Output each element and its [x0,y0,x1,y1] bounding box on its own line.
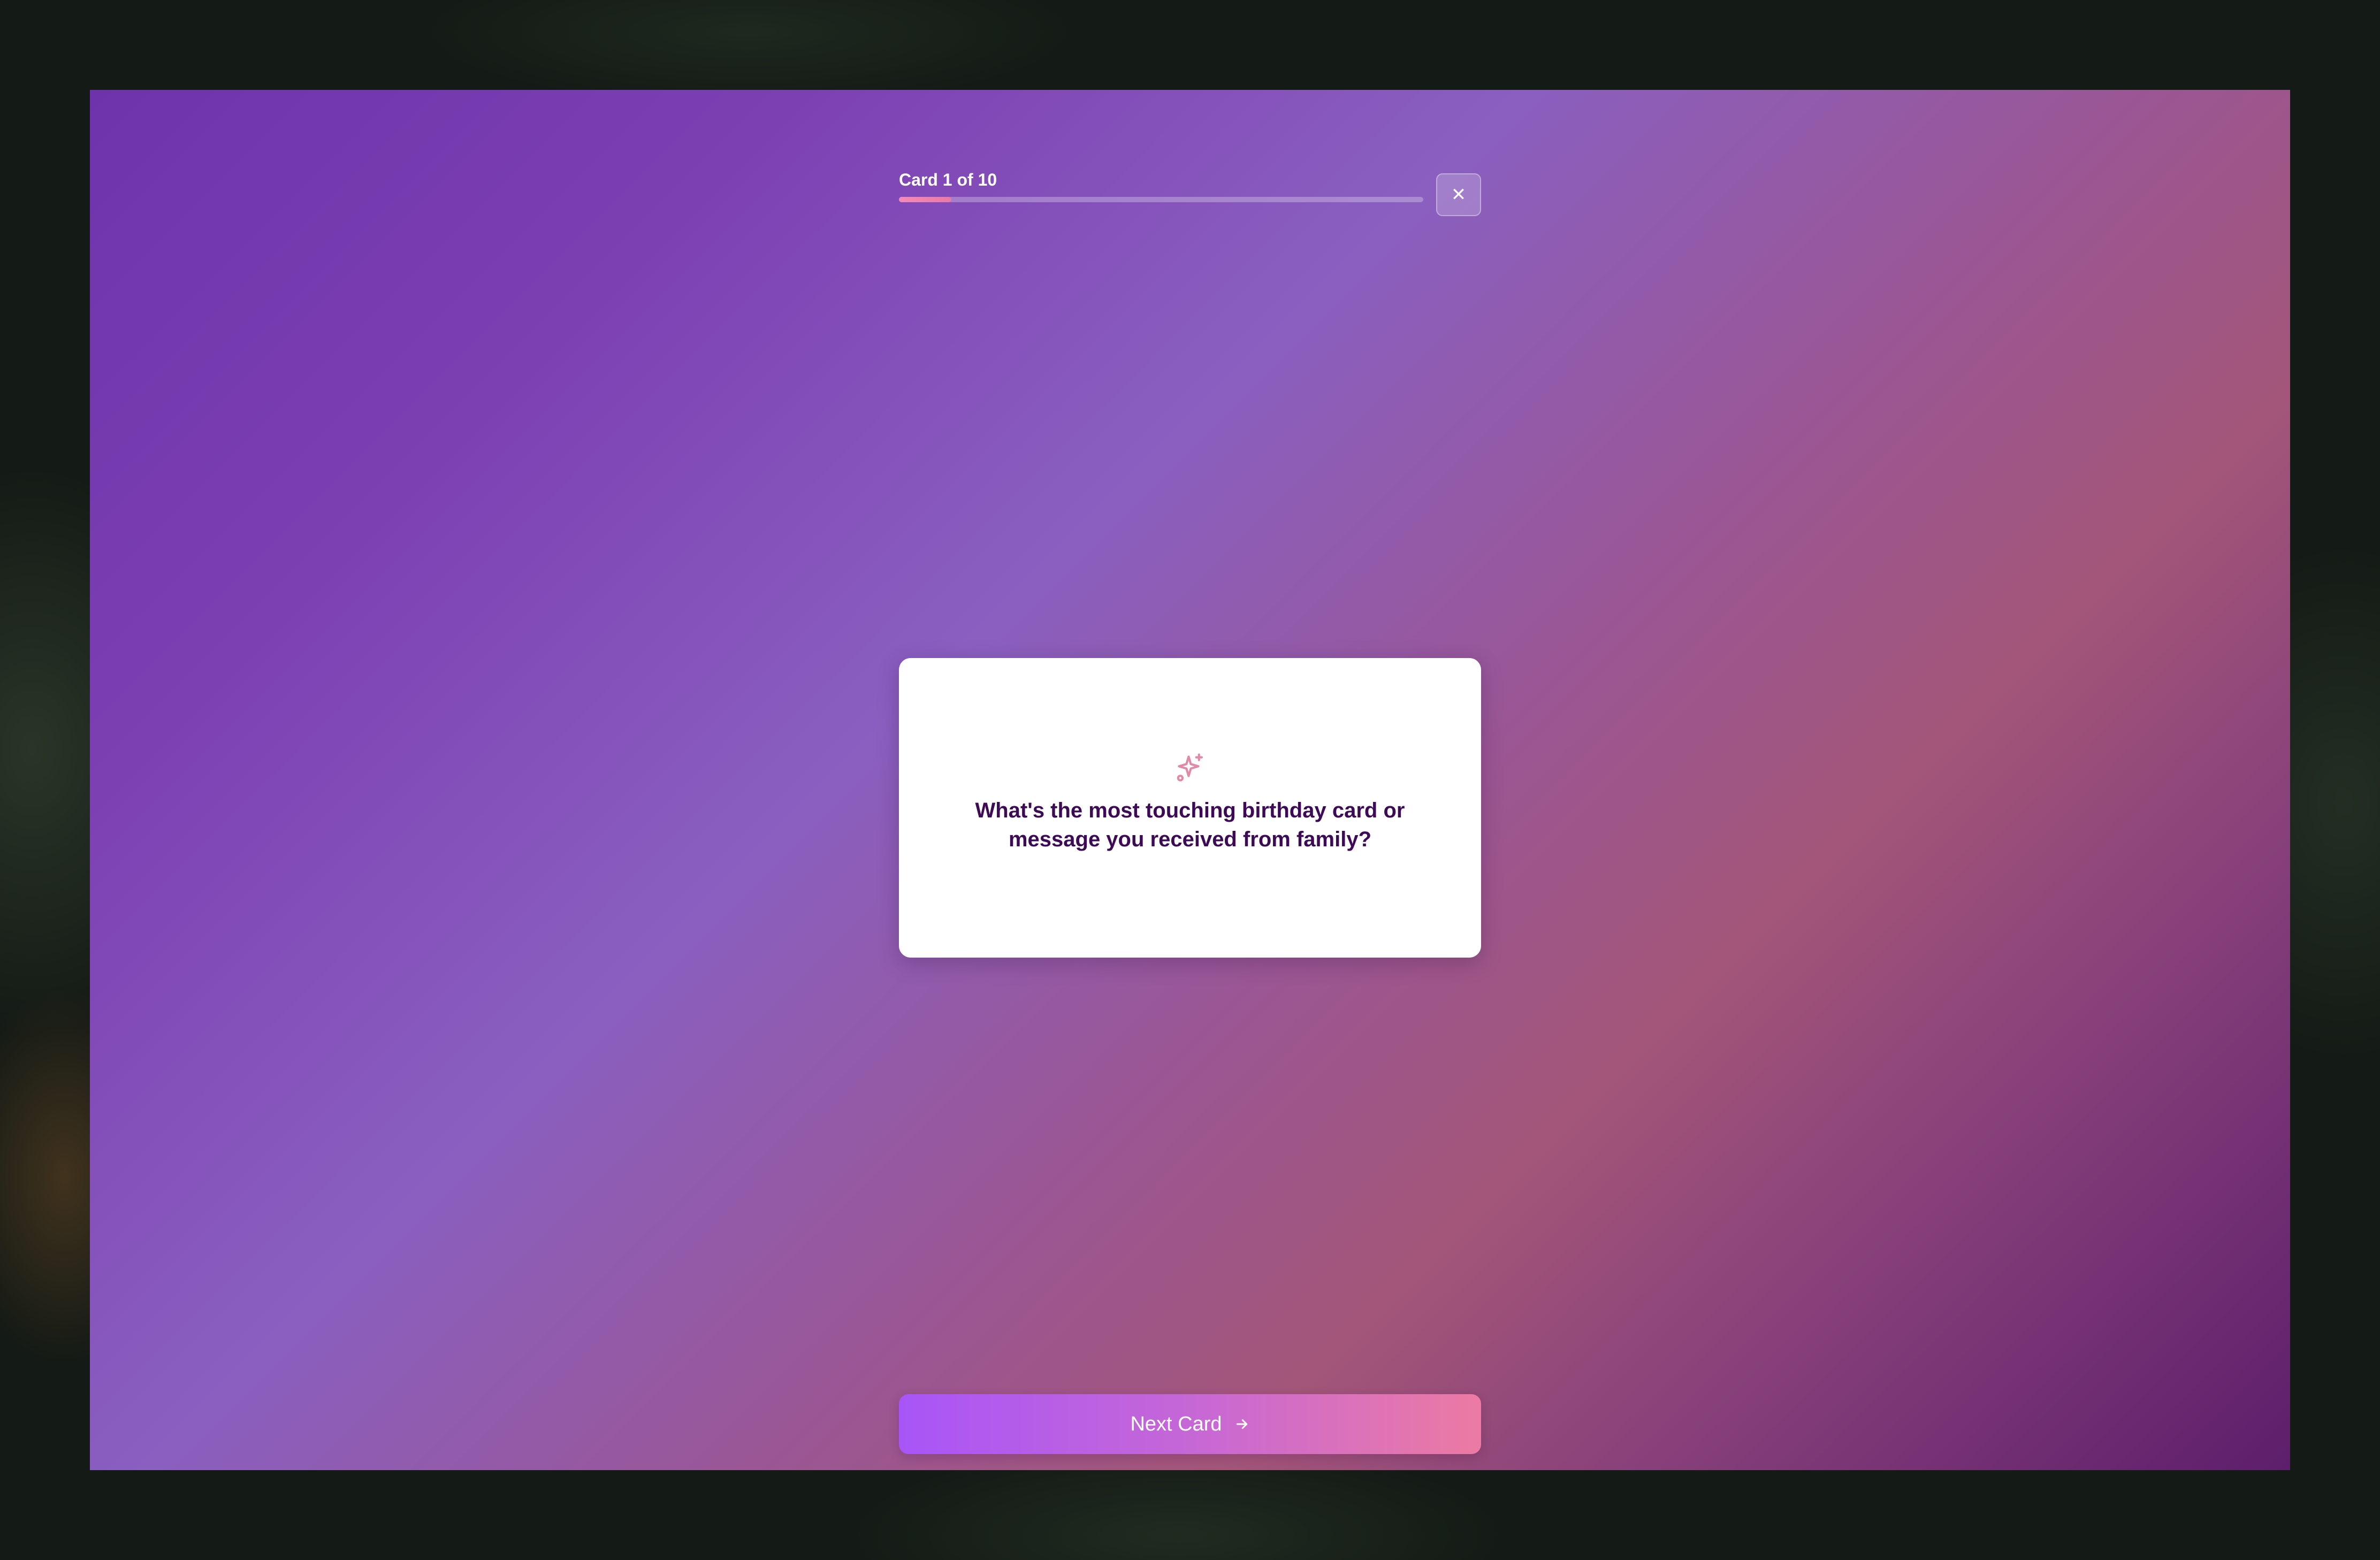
question-text: What's the most touching birthday card o… [975,799,1405,851]
arrow-right-icon [1236,1419,1247,1429]
sparkle-icon [1177,753,1203,782]
close-icon: ✕ [1451,185,1467,205]
progress-header: Card 1 of 10 ✕ [899,169,1481,217]
progress-fill [899,197,951,202]
progress-bar [899,197,1423,202]
card-counter: Card 1 of 10 [899,170,997,189]
question-card: What's the most touching birthday card o… [899,658,1481,958]
app-window: Card 1 of 10 ✕ What's the most touching … [90,90,2290,1470]
next-card-label: Next Card [1130,1412,1222,1435]
close-button[interactable]: ✕ [1436,173,1481,216]
next-card-button[interactable]: Next Card [899,1394,1481,1454]
